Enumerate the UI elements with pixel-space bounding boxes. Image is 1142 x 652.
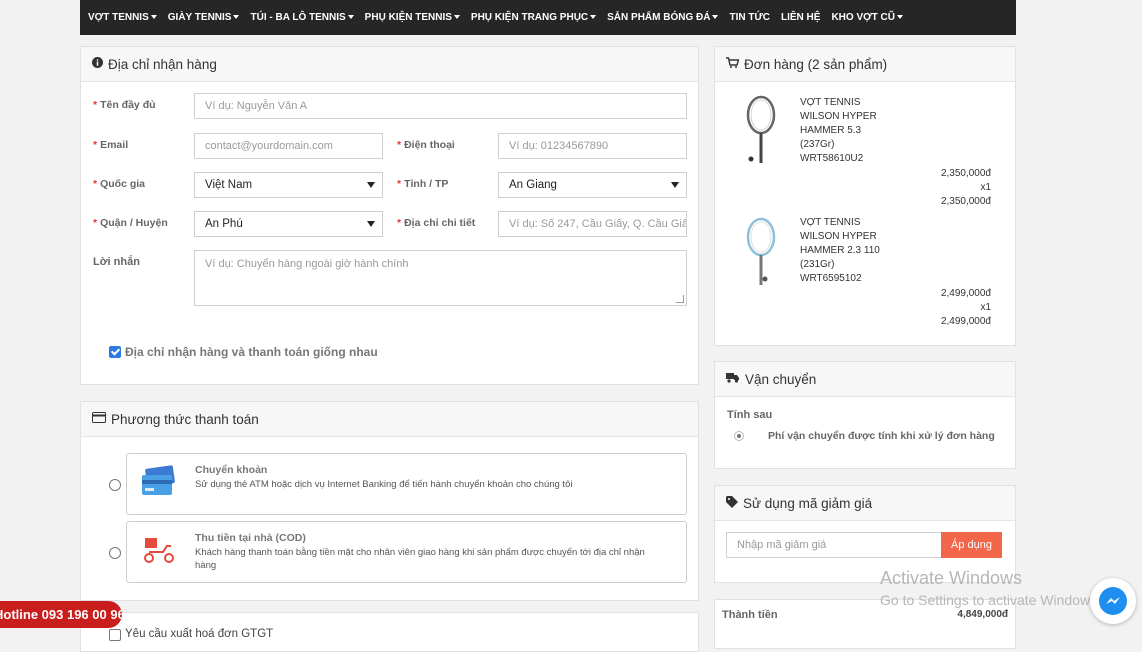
product-quantity: x1 [980,182,991,193]
fullname-label: * Tên đầy đủ [93,99,156,111]
email-label: * Email [93,139,129,151]
tag-icon [726,495,738,511]
nav-item-san-pham-bong-da[interactable]: SẢN PHẨM BÓNG ĐÁ [607,12,719,23]
payment-option-bank-transfer[interactable]: Chuyển khoản Sử dụng thẻ ATM hoặc dịch v… [126,453,687,515]
note-label: Lời nhắn [93,256,140,268]
caret-down-icon [233,15,240,20]
resize-handle-icon[interactable] [676,295,684,303]
tennis-racket-image [743,95,779,170]
panel-title: Phương thức thanh toán [111,411,259,427]
nav-item-tui-ba-lo[interactable]: TÚI - BA LÔ TENNIS [250,12,354,23]
summary-label: Thành tiền [722,609,778,621]
email-input[interactable]: contact@yourdomain.com [194,133,383,159]
dropdown-arrow-icon [367,221,375,227]
phone-input[interactable]: Ví dụ: 01234567890 [498,133,687,159]
shipping-subtitle: Tính sau [727,409,773,421]
product-total: 2,350,000đ [940,196,991,207]
same-address-label[interactable]: Địa chỉ nhận hàng và thanh toán giống nh… [125,345,378,359]
apply-discount-button[interactable]: Áp dụng [941,532,1002,558]
invoice-checkbox[interactable] [109,629,121,641]
dropdown-arrow-icon [671,182,679,188]
payment-method-panel: Phương thức thanh toán Chuyển khoản Sử d… [80,401,699,601]
delivery-scooter-icon [141,536,177,569]
street-input[interactable]: Ví dụ: Số 247, Cầu Giấy, Q. Cầu Giấy [498,211,687,237]
shipping-option-radio[interactable] [734,431,744,441]
province-select[interactable]: An Giang [498,172,687,198]
credit-card-icon [92,412,106,426]
top-navigation: VỢT TENNIS GIÀY TENNIS TÚI - BA LÔ TENNI… [80,0,1016,35]
messenger-chat-button[interactable] [1090,578,1136,624]
truck-icon [726,372,740,386]
tennis-racket-image [743,217,779,292]
nav-item-lien-he[interactable]: LIÊN HỆ [781,12,820,23]
payment-bank-radio[interactable] [109,479,121,491]
radio-dot [737,434,741,438]
country-label: * Quốc gia [93,178,146,190]
note-textarea[interactable]: Ví dụ: Chuyển hàng ngoài giờ hành chính [194,250,687,306]
panel-title: Vận chuyển [745,371,817,387]
payment-cod-radio[interactable] [109,547,121,559]
district-select[interactable]: An Phú [194,211,383,237]
invoice-label[interactable]: Yêu cầu xuất hoá đơn GTGT [125,628,273,640]
fullname-input[interactable]: Ví dụ: Nguyễn Văn A [194,93,687,119]
nav-item-tin-tuc[interactable]: TIN TỨC [729,12,770,23]
windows-watermark-title: Activate Windows [880,568,1023,588]
panel-header: Sử dụng mã giảm giá [715,486,1015,521]
panel-title: Đơn hàng (2 sản phẩm) [744,56,888,72]
product-name[interactable]: VỢT TENNIS WILSON HYPER HAMMER 2.3 110 (… [800,216,895,286]
nav-item-giay-tennis[interactable]: GIÀY TENNIS [168,12,240,23]
messenger-icon [1099,587,1127,615]
product-name[interactable]: VỢT TENNIS WILSON HYPER HAMMER 5.3 (237G… [800,96,895,166]
caret-down-icon [453,15,460,20]
district-label: * Quận / Huyện [93,217,168,229]
payment-option-cod[interactable]: Thu tiền tại nhà (COD) Khách hàng thanh … [126,521,687,583]
product-unit-price: 2,499,000đ [940,288,991,299]
nav-item-vot-tennis[interactable]: VỢT TENNIS [88,12,157,23]
payment-option-desc: Sử dụng thẻ ATM hoặc dịch vụ Internet Ba… [195,479,573,490]
product-unit-price: 2,350,000đ [940,168,991,179]
dropdown-arrow-icon [367,182,375,188]
atm-card-icon [140,465,176,502]
country-select[interactable]: Việt Nam [194,172,383,198]
nav-item-phu-kien-tennis[interactable]: PHỤ KIỆN TENNIS [365,12,460,23]
caret-down-icon [712,15,719,20]
payment-option-title: Chuyển khoản [195,464,268,476]
windows-watermark-subtitle: Go to Settings to activate Windows. [880,592,1101,608]
phone-label: * Điện thoại [397,139,455,151]
caret-down-icon [347,15,354,20]
panel-header: Phương thức thanh toán [81,402,698,437]
invoice-panel: Yêu cầu xuất hoá đơn GTGT [80,612,699,652]
summary-value: 4,849,000đ [957,609,1008,620]
payment-option-desc: Khách hàng thanh toán bằng tiền mặt cho … [195,547,645,571]
panel-title: Địa chỉ nhận hàng [108,56,217,72]
same-address-checkbox[interactable] [109,346,121,358]
shipping-panel: Vận chuyển Tính sau Phí vận chuyển được … [714,361,1016,469]
panel-title: Sử dụng mã giảm giá [743,495,873,511]
shipping-option-label: Phí vận chuyển được tính khi xử lý đơn h… [768,430,995,442]
product-total: 2,499,000đ [940,316,991,327]
order-panel: Đơn hàng (2 sản phẩm) VỢT TENNIS WILSON … [714,46,1016,346]
discount-code-input[interactable]: Nhập mã giảm giá [726,532,941,558]
panel-header: Địa chỉ nhận hàng [81,47,698,82]
caret-down-icon [150,15,157,20]
nav-item-phu-kien-trang-phuc[interactable]: PHỤ KIỆN TRANG PHỤC [471,12,597,23]
caret-down-icon [590,15,597,20]
shopping-cart-icon [726,57,740,71]
info-icon [92,57,103,71]
panel-header: Vận chuyển [715,362,1015,397]
street-label: * Địa chỉ chi tiết [397,217,476,229]
nav-item-kho-vot-cu[interactable]: KHO VỢT CŨ [831,12,903,23]
shipping-address-panel: Địa chỉ nhận hàng * Tên đầy đủ Ví dụ: Ngu… [80,46,699,385]
product-quantity: x1 [980,302,991,313]
panel-header: Đơn hàng (2 sản phẩm) [715,47,1015,82]
hotline-badge[interactable]: Hotline 093 196 00 96 [0,601,122,628]
province-label: * Tỉnh / TP [397,178,449,190]
caret-down-icon [896,15,903,20]
payment-option-title: Thu tiền tại nhà (COD) [195,532,306,544]
